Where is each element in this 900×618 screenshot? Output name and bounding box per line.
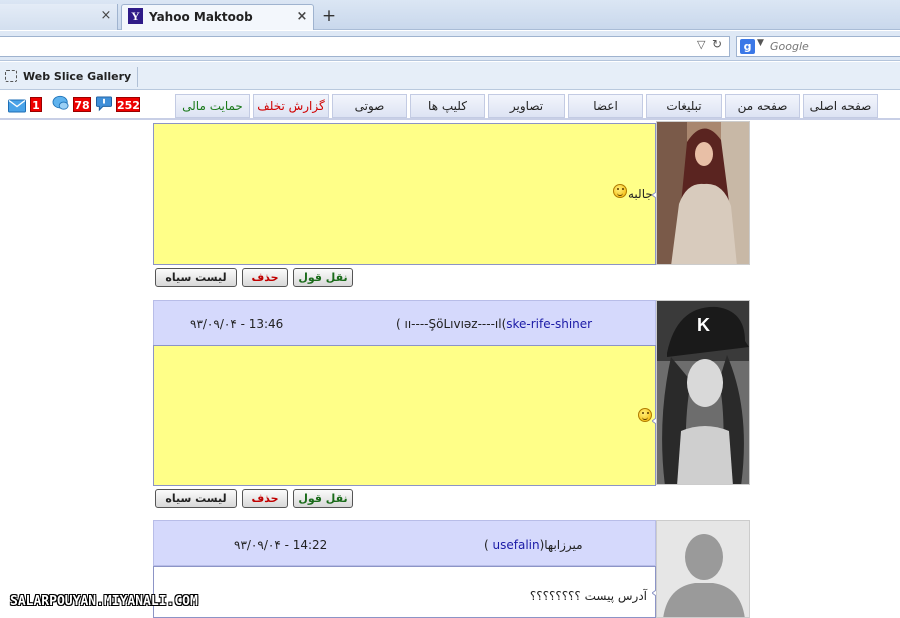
favorites-bar: Web Slice Gallery xyxy=(0,62,900,90)
post-header: ۹۳/۰۹/۰۴ - 13:46 ( ıı----ŞöLıvıəz----ıl(… xyxy=(153,300,656,346)
post-body xyxy=(153,345,656,486)
new-tab-button[interactable]: + xyxy=(318,6,340,26)
tab-donate[interactable]: حمایت مالی xyxy=(175,94,250,118)
post-body: آدرس پیست ؟؟؟؟؟؟؟؟ xyxy=(153,566,656,618)
search-placeholder: Google xyxy=(770,40,809,53)
avatar[interactable] xyxy=(656,121,750,265)
chat-count-badge[interactable]: 78 xyxy=(73,97,91,112)
yahoo-icon: Y xyxy=(128,8,143,24)
tab-report[interactable]: گزارش تخلف xyxy=(253,94,329,118)
svg-text:K: K xyxy=(697,315,710,335)
default-avatar-icon[interactable] xyxy=(656,520,750,618)
blacklist-button[interactable]: لیست سیاه xyxy=(155,489,237,508)
mail-count-badge[interactable]: 1 xyxy=(30,97,42,112)
delete-button[interactable]: حذف xyxy=(242,489,288,508)
post-text: آدرس پیست ؟؟؟؟؟؟؟؟ xyxy=(529,589,647,603)
author-link[interactable]: ske-rife-shiner xyxy=(506,317,592,331)
smiley-icon xyxy=(613,184,627,198)
mail-icon[interactable] xyxy=(8,98,26,114)
tab-my-page[interactable]: صفحه من xyxy=(725,94,800,118)
blacklist-button[interactable]: لیست سیاه xyxy=(155,268,237,287)
browser-tab-1[interactable]: × xyxy=(0,4,118,30)
post-actions: نقل قول حذف لیست سیاه xyxy=(155,268,355,287)
post-body: جالبه xyxy=(153,123,656,265)
close-tab-icon[interactable]: × xyxy=(295,5,309,29)
post-actions: نقل قول حذف لیست سیاه xyxy=(155,489,355,508)
tab-members[interactable]: اعضا xyxy=(568,94,643,118)
tab-ads[interactable]: تبلیغات xyxy=(646,94,722,118)
watermark: SALARPOUYAN.MIYANALI.COM xyxy=(10,594,198,609)
smiley-icon xyxy=(638,408,652,422)
comment-count-badge[interactable]: 252 xyxy=(116,97,140,112)
avatar[interactable]: K xyxy=(656,300,750,485)
post-author: ( ıı----ŞöLıvıəz----ıl(ske-rife-shiner xyxy=(396,317,593,331)
quote-button[interactable]: نقل قول xyxy=(293,268,353,287)
tab-title: Yahoo Maktoob xyxy=(149,10,253,24)
delete-button[interactable]: حذف xyxy=(242,268,288,287)
web-slice-gallery-link[interactable]: Web Slice Gallery xyxy=(5,67,139,87)
author-link[interactable]: usefalin xyxy=(493,538,540,552)
browser-tab-yahoo[interactable]: Y Yahoo Maktoob × xyxy=(121,4,314,30)
quote-button[interactable]: نقل قول xyxy=(293,489,353,508)
tab-audio[interactable]: صوتی xyxy=(332,94,407,118)
post-date: ۹۳/۰۹/۰۴ - 13:46 xyxy=(190,317,284,331)
refresh-icon[interactable]: ↻ xyxy=(712,37,722,51)
post-author: ( usefalinمیرزابها( xyxy=(484,538,583,552)
address-bar: ▽ ↻ g ▼ Google xyxy=(0,31,900,61)
tab-images[interactable]: تصاویر xyxy=(488,94,565,118)
post-text: جالبه xyxy=(628,187,653,201)
site-nav: 1 78 252 حمایت مالی گزارش تخلف صوتی کلیپ… xyxy=(0,91,900,120)
chevron-down-icon[interactable]: ▼ xyxy=(757,38,764,48)
dropdown-icon[interactable]: ▽ xyxy=(697,38,705,51)
web-slice-icon xyxy=(5,70,17,82)
chat-icon[interactable] xyxy=(51,95,71,111)
tab-clips[interactable]: کلیپ ها xyxy=(410,94,485,118)
tab-home[interactable]: صفحه اصلی xyxy=(803,94,878,118)
search-input[interactable]: g ▼ Google xyxy=(736,36,900,57)
close-tab-icon[interactable]: × xyxy=(99,4,113,28)
post-date: ۹۳/۰۹/۰۴ - 14:22 xyxy=(234,538,328,552)
google-icon[interactable]: g xyxy=(740,39,755,54)
comment-icon[interactable] xyxy=(95,96,113,112)
post-header: ۹۳/۰۹/۰۴ - 14:22 ( usefalinمیرزابها( xyxy=(153,520,656,566)
url-input[interactable]: ▽ ↻ xyxy=(0,36,730,57)
browser-tab-strip: × Y Yahoo Maktoob × + xyxy=(0,0,900,30)
